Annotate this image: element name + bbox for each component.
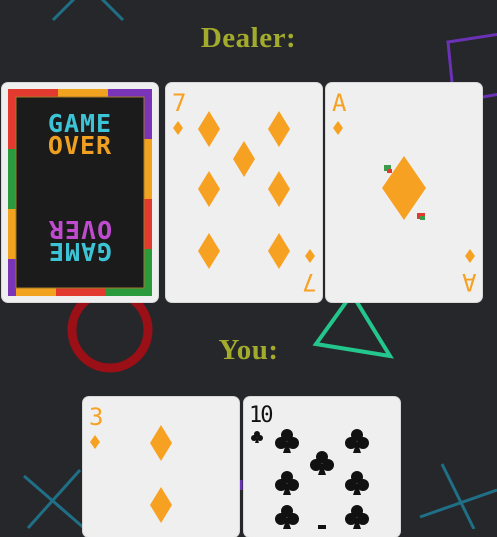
diamond-icon: [233, 141, 255, 177]
diamond-pips: [90, 425, 172, 523]
club-icon: [275, 429, 299, 453]
diamond-icon: [198, 111, 220, 147]
diamond-icon: [150, 487, 172, 523]
club-icon: [345, 429, 369, 453]
diamond-pips: [173, 111, 315, 269]
club-icon: [345, 505, 369, 529]
diamond-icon: [305, 249, 315, 263]
club-icon: [275, 505, 299, 529]
club-icon: [251, 431, 263, 443]
player-card-1-three-of-diamonds[interactable]: 3: [83, 397, 239, 537]
club-icon: [318, 525, 326, 529]
diamond-icon: [268, 171, 290, 207]
player-heading: You:: [218, 334, 279, 366]
diamond-icon: [173, 121, 183, 135]
diamond-icon: [150, 425, 172, 461]
diamond-icon: [268, 111, 290, 147]
diamond-icon: [198, 233, 220, 269]
diamond-icon: [90, 435, 100, 449]
club-icon: [345, 471, 369, 495]
card-back-text-line-4: OVER: [47, 215, 113, 244]
decor-x-bottom-right: [419, 463, 497, 529]
card-back-text-line-2: OVER: [47, 131, 113, 160]
diamond-icon: [198, 171, 220, 207]
diamond-icon: [333, 121, 343, 135]
diamond-icon: [268, 233, 290, 269]
diamond-icon: [465, 249, 475, 263]
player-card-2-ten-of-clubs[interactable]: 10: [244, 397, 400, 537]
decor-x-top: [51, 0, 125, 22]
dealer-card-1-back[interactable]: GAME OVER GAME OVER: [2, 83, 158, 302]
dealer-heading: Dealer:: [200, 22, 297, 54]
dealer-card-2-seven-of-diamonds[interactable]: 7 7: [166, 83, 322, 302]
club-icon: [310, 451, 334, 475]
ship-icon: [417, 213, 425, 220]
club-pips: [251, 429, 369, 529]
dealer-card-3-ace-of-diamonds[interactable]: A A: [326, 83, 482, 302]
ace-art: [333, 121, 475, 263]
ship-icon: [384, 165, 392, 173]
club-icon: [275, 471, 299, 495]
